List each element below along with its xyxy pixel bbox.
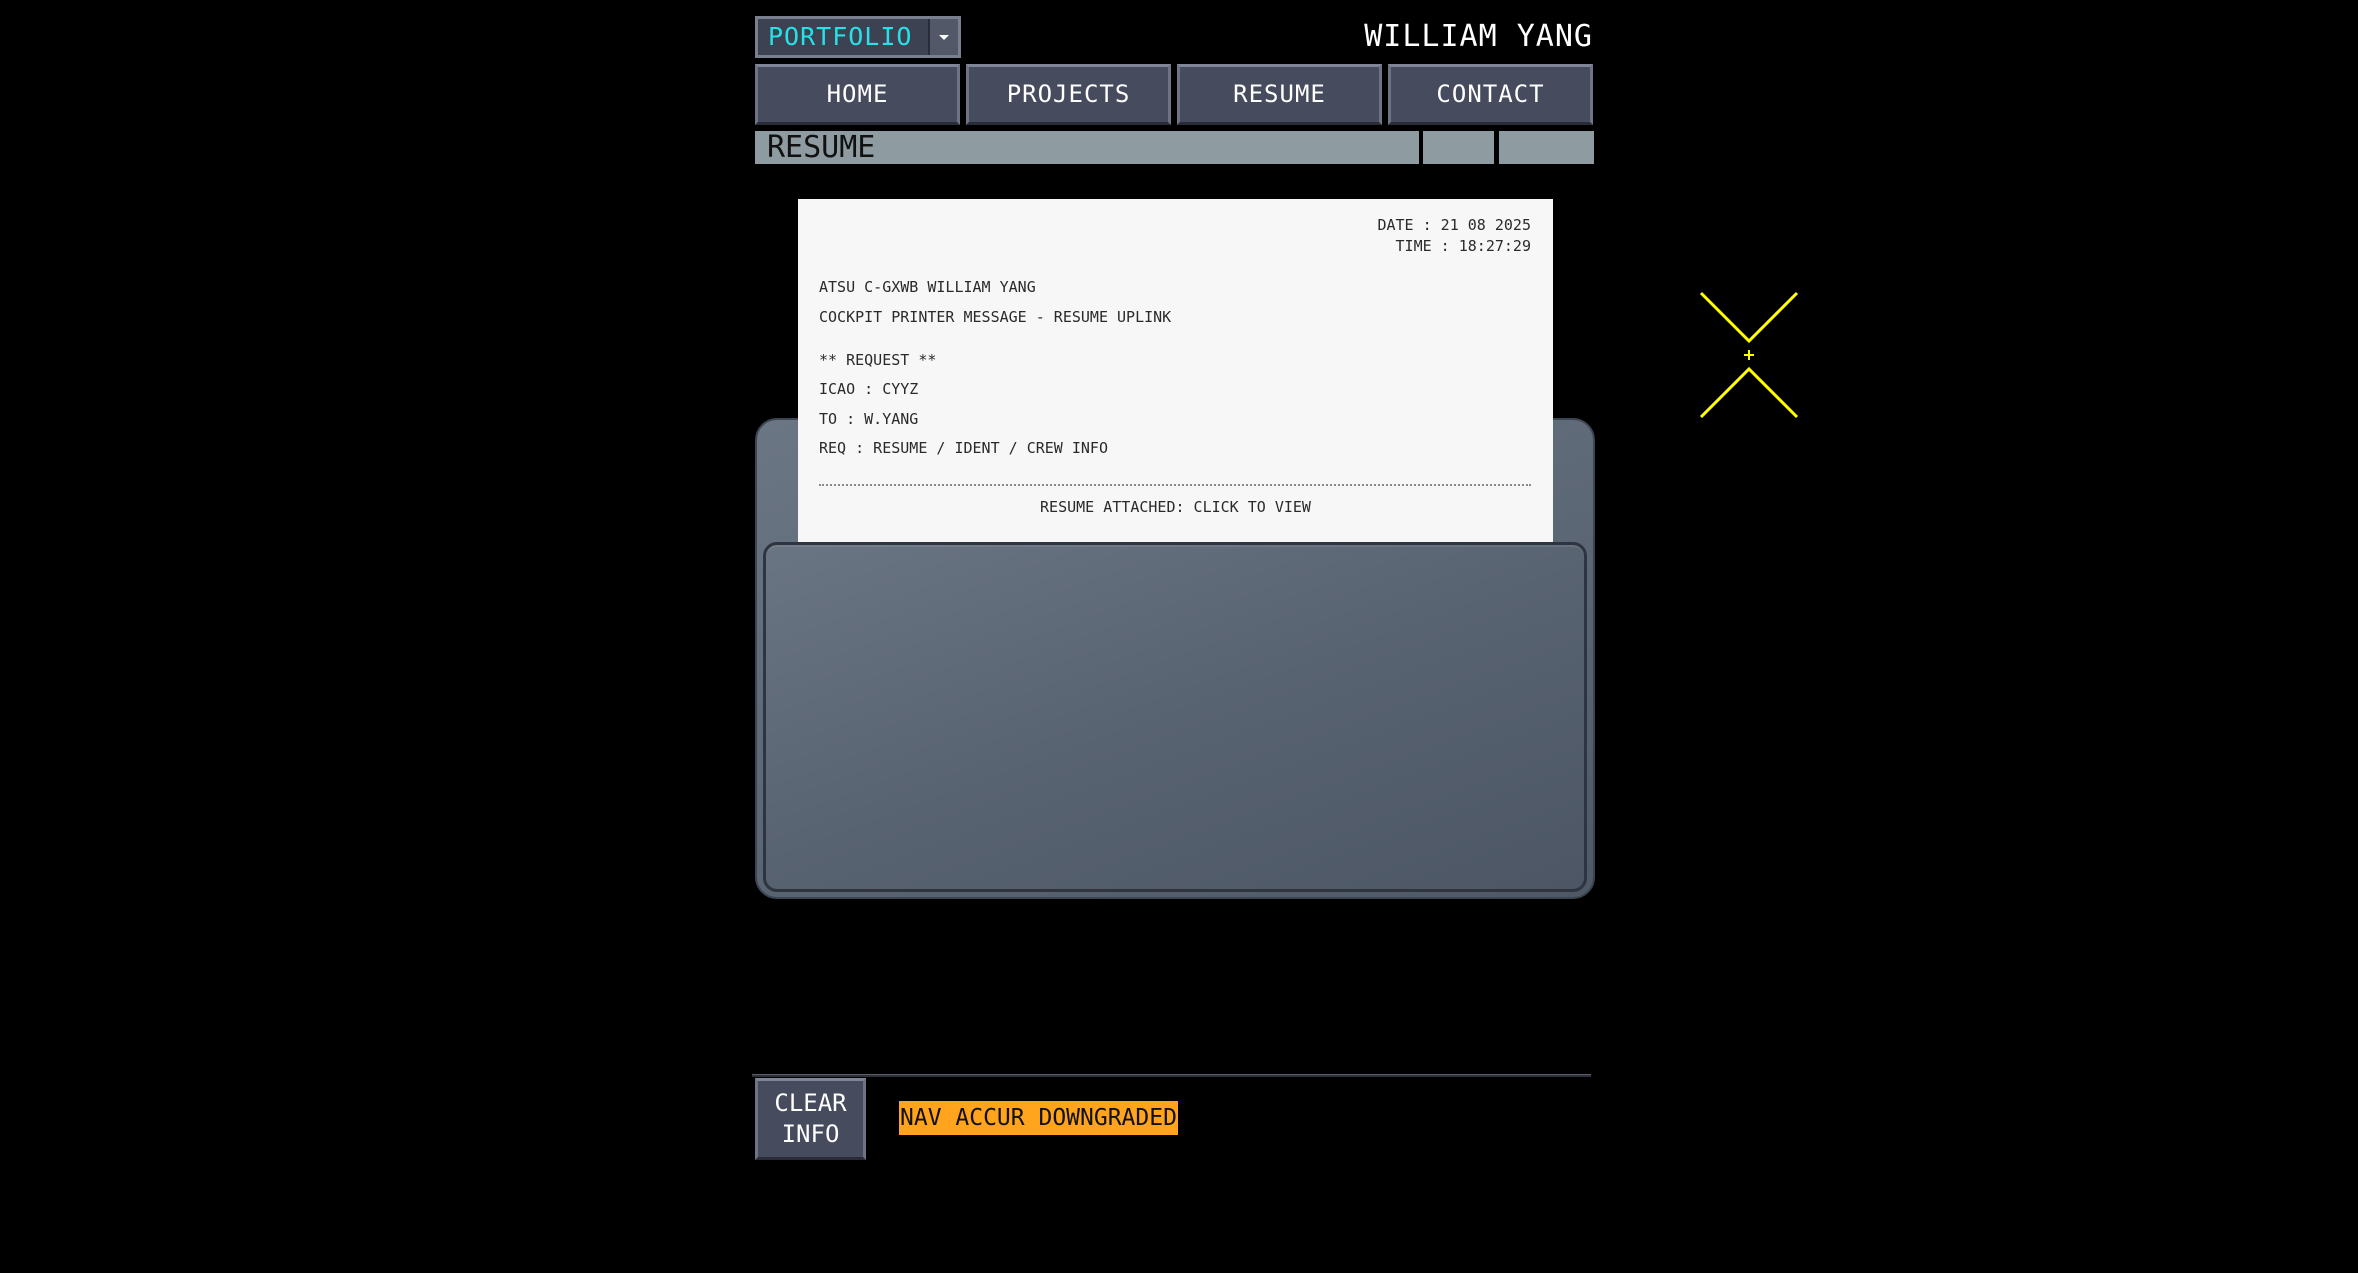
printout-date: DATE : 21 08 2025 bbox=[1377, 216, 1531, 234]
printout-request-header: ** REQUEST ** bbox=[819, 351, 937, 369]
printout-time: TIME : 18:27:29 bbox=[1395, 237, 1531, 255]
caret-down-icon[interactable] bbox=[928, 19, 958, 55]
clear-info-label-line1: CLEAR bbox=[774, 1089, 847, 1117]
owner-name: WILLIAM YANG bbox=[1364, 19, 1593, 54]
printout-atsu-line: ATSU C-GXWB WILLIAM YANG bbox=[819, 278, 1036, 296]
printout-to: TO : W.YANG bbox=[819, 410, 919, 428]
printout-divider bbox=[819, 484, 1531, 486]
title-strip-box bbox=[1423, 131, 1494, 164]
printer-tray bbox=[763, 542, 1587, 892]
portfolio-dropdown[interactable]: PORTFOLIO bbox=[755, 16, 961, 58]
printout-message-line: COCKPIT PRINTER MESSAGE - RESUME UPLINK bbox=[819, 308, 1172, 326]
resume-view-link[interactable]: RESUME ATTACHED: CLICK TO VIEW bbox=[798, 498, 1553, 516]
nav-accuracy-alert: NAV ACCUR DOWNGRADED bbox=[899, 1101, 1178, 1135]
nav-home-button[interactable]: HOME bbox=[755, 64, 960, 125]
nav-contact-button[interactable]: CONTACT bbox=[1388, 64, 1593, 125]
clear-info-button[interactable]: CLEAR INFO bbox=[755, 1078, 866, 1160]
nav-projects-button[interactable]: PROJECTS bbox=[966, 64, 1171, 125]
printout-req: REQ : RESUME / IDENT / CREW INFO bbox=[819, 439, 1108, 457]
message-area-divider bbox=[752, 1074, 1591, 1077]
title-strip-box bbox=[1499, 131, 1594, 164]
portfolio-dropdown-value: PORTFOLIO bbox=[768, 22, 913, 51]
clear-info-label-line2: INFO bbox=[781, 1120, 840, 1148]
page-title: RESUME bbox=[755, 131, 1419, 164]
resume-printout[interactable]: DATE : 21 08 2025 TIME : 18:27:29 ATSU C… bbox=[798, 199, 1553, 542]
nav-resume-button[interactable]: RESUME bbox=[1177, 64, 1382, 125]
crosshair-target-icon bbox=[1698, 290, 1800, 420]
printout-icao: ICAO : CYYZ bbox=[819, 380, 919, 398]
